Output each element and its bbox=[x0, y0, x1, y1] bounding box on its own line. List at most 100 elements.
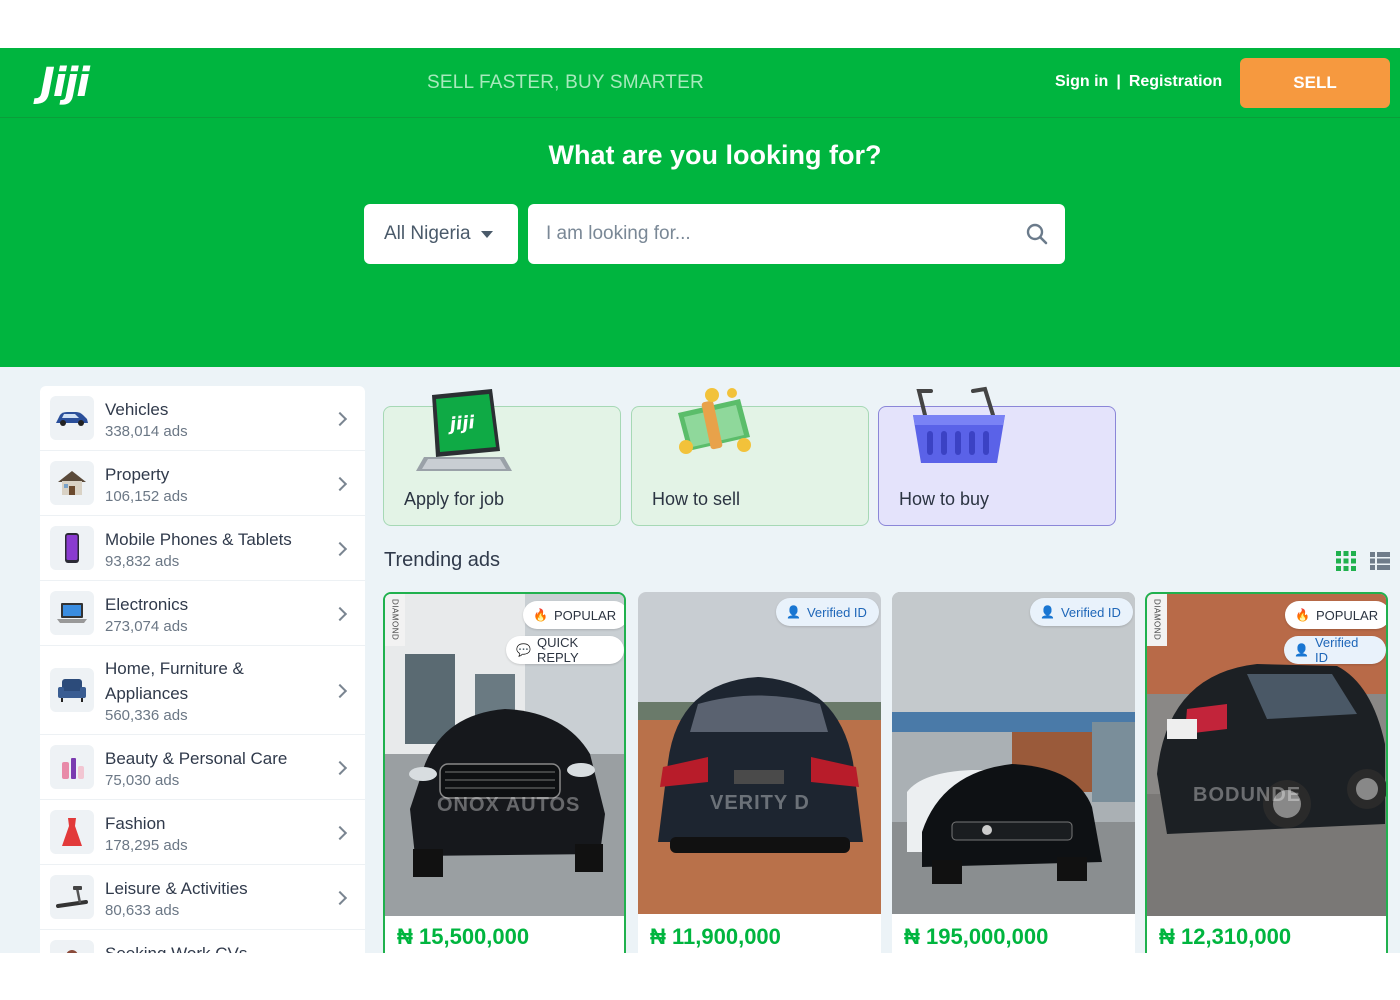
chevron-right-icon bbox=[332, 476, 348, 492]
dress-icon bbox=[50, 810, 94, 854]
ad-price: ₦ 11,900,000 bbox=[650, 924, 781, 949]
auth-separator: | bbox=[1116, 73, 1121, 90]
top-header: Jiji SELL FASTER, BUY SMARTER Sign in | Re… bbox=[0, 48, 1400, 118]
chevron-right-icon bbox=[332, 606, 348, 622]
ad-card[interactable]: VERITY D 👤 Verified ID ₦ 11,900,000 bbox=[638, 592, 881, 953]
how-to-buy-card[interactable]: How to buy bbox=[878, 386, 1116, 526]
search-input[interactable] bbox=[546, 218, 1016, 250]
house-icon bbox=[50, 461, 94, 505]
laptop-logo-text: jiji bbox=[446, 412, 476, 435]
verified-user-icon: 👤 bbox=[786, 605, 801, 619]
search-icon[interactable] bbox=[1025, 222, 1049, 246]
category-name: Property bbox=[105, 465, 170, 484]
category-name: Seeking Work CVs bbox=[105, 941, 247, 953]
category-seeking-work[interactable]: Seeking Work CVs bbox=[40, 930, 365, 953]
category-name: Leisure & Activities bbox=[105, 879, 248, 898]
search-box[interactable] bbox=[528, 204, 1065, 264]
main-content: Vehicles 338,014 ads Property 106,152 ads … bbox=[0, 367, 1400, 953]
category-electronics[interactable]: Electronics 273,074 ads bbox=[40, 581, 365, 646]
diamond-tag: DIAMOND bbox=[1147, 594, 1167, 646]
ad-price: ₦ 15,500,000 bbox=[397, 924, 530, 949]
hero-title: What are you looking for? bbox=[548, 140, 882, 170]
category-beauty[interactable]: Beauty & Personal Care 75,030 ads bbox=[40, 735, 365, 800]
popular-badge: 🔥 POPULAR bbox=[523, 601, 624, 629]
badge-label: POPULAR bbox=[1315, 607, 1379, 623]
phone-icon bbox=[50, 526, 94, 570]
badge-label: QUICK REPLY bbox=[536, 635, 579, 665]
ad-watermark: VERITY D bbox=[710, 792, 810, 814]
ad-photo[interactable]: VERITY D bbox=[638, 592, 881, 914]
category-count: 560,336 ads bbox=[105, 707, 188, 724]
category-leisure[interactable]: Leisure & Activities 80,633 ads bbox=[40, 865, 365, 930]
badge-label: POPULAR bbox=[553, 607, 617, 623]
category-name: Beauty & Personal Care bbox=[105, 749, 288, 768]
badge-label: Verified ID bbox=[1060, 604, 1121, 620]
popular-badge: 🔥 POPULAR bbox=[1285, 601, 1386, 629]
category-mobile-phones[interactable]: Mobile Phones & Tablets 93,832 ads bbox=[40, 516, 365, 581]
category-name: Vehicles bbox=[105, 400, 169, 419]
chevron-right-icon bbox=[332, 683, 348, 699]
laptop-icon bbox=[50, 591, 94, 635]
region-select[interactable]: All Nigeria bbox=[364, 204, 518, 264]
ad-card[interactable]: BODUNDE DIAMOND 🔥 POPULAR 👤 Verified ID ₦ … bbox=[1145, 592, 1388, 953]
promo-label: How to sell bbox=[652, 489, 741, 509]
chevron-down-icon bbox=[480, 230, 493, 238]
category-count: 80,633 ads bbox=[105, 902, 180, 919]
verified-user-icon: 👤 bbox=[1294, 643, 1309, 657]
category-count: 273,074 ads bbox=[105, 618, 188, 635]
category-property[interactable]: Property 106,152 ads bbox=[40, 451, 365, 516]
hero-search: What are you looking for? All Nigeria bbox=[0, 118, 1400, 367]
promo-label: Apply for job bbox=[404, 489, 505, 509]
ad-price: ₦ 195,000,000 bbox=[904, 924, 1049, 949]
laptop-icon: jiji bbox=[416, 389, 512, 471]
ad-price: ₦ 12,310,000 bbox=[1159, 924, 1292, 949]
chevron-right-icon bbox=[332, 411, 348, 427]
ad-card[interactable]: 👤 Verified ID ₦ 195,000,000 bbox=[892, 592, 1135, 953]
list-view-icon[interactable] bbox=[1370, 552, 1390, 570]
ad-watermark: ONOX AUTOS bbox=[437, 794, 581, 816]
ad-card[interactable]: ONOX AUTOS DIAMOND 🔥 POPULAR 💬 QUICK REPLY… bbox=[383, 592, 626, 953]
basket-icon bbox=[913, 386, 1005, 463]
auth-links: Sign in | Registration bbox=[1055, 73, 1222, 91]
diamond-tag: DIAMOND bbox=[385, 594, 405, 646]
verified-user-icon: 👤 bbox=[1040, 605, 1055, 619]
verified-id-badge: 👤 Verified ID bbox=[776, 598, 879, 626]
category-count: 106,152 ads bbox=[105, 488, 188, 505]
sign-in-link[interactable]: Sign in bbox=[1055, 73, 1108, 90]
jiji-logo[interactable]: Jiji bbox=[40, 58, 100, 108]
ad-watermark: BODUNDE bbox=[1193, 784, 1302, 806]
cosmetics-icon bbox=[50, 745, 94, 789]
grid-view-icon[interactable] bbox=[1336, 551, 1356, 571]
category-name: Home, Furniture & Appliances bbox=[105, 659, 244, 703]
chevron-right-icon bbox=[332, 541, 348, 557]
sell-button[interactable]: SELL bbox=[1240, 58, 1390, 108]
chat-icon: 💬 bbox=[516, 643, 531, 657]
category-home-furniture[interactable]: Home, Furniture & Appliances 560,336 ads bbox=[40, 646, 365, 735]
armchair-icon bbox=[50, 668, 94, 712]
category-count: 178,295 ads bbox=[105, 837, 188, 854]
ad-photo[interactable] bbox=[892, 592, 1135, 914]
page: Jiji SELL FASTER, BUY SMARTER Sign in | Re… bbox=[0, 0, 1400, 1000]
flame-icon: 🔥 bbox=[533, 608, 548, 622]
registration-link[interactable]: Registration bbox=[1129, 73, 1222, 90]
money-icon bbox=[678, 388, 751, 454]
promo-label: How to buy bbox=[899, 489, 990, 509]
verified-id-badge: 👤 Verified ID bbox=[1284, 635, 1386, 665]
category-count: 75,030 ads bbox=[105, 772, 180, 789]
region-value: All Nigeria bbox=[384, 223, 471, 244]
category-name: Fashion bbox=[105, 814, 166, 833]
apply-for-job-card[interactable]: jiji Apply for job bbox=[383, 389, 621, 526]
trending-title: Trending ads bbox=[384, 549, 500, 571]
category-sidebar: Vehicles 338,014 ads Property 106,152 ads … bbox=[40, 386, 365, 953]
category-count: 93,832 ads bbox=[105, 553, 180, 570]
tagline: SELL FASTER, BUY SMARTER bbox=[427, 72, 704, 93]
category-fashion[interactable]: Fashion 178,295 ads bbox=[40, 800, 365, 865]
category-vehicles[interactable]: Vehicles 338,014 ads bbox=[40, 386, 365, 451]
category-name: Electronics bbox=[105, 595, 189, 614]
person-icon bbox=[50, 940, 94, 953]
chevron-right-icon bbox=[332, 890, 348, 906]
how-to-sell-card[interactable]: How to sell bbox=[631, 388, 869, 526]
badge-label: Verified ID bbox=[806, 604, 867, 620]
chevron-right-icon bbox=[332, 760, 348, 776]
category-name: Mobile Phones & Tablets bbox=[105, 530, 292, 549]
